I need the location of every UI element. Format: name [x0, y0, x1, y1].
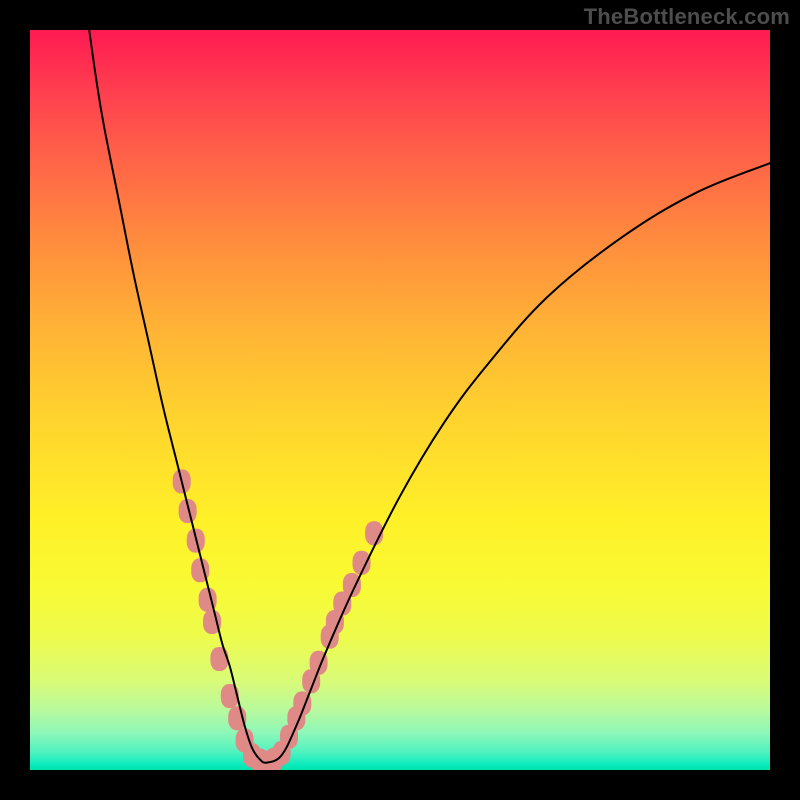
chart-frame: TheBottleneck.com	[0, 0, 800, 800]
bottleneck-curve	[89, 30, 770, 763]
marker-layer	[173, 469, 383, 770]
chart-svg	[30, 30, 770, 770]
watermark-text: TheBottleneck.com	[584, 4, 790, 30]
data-marker	[210, 647, 228, 671]
plot-area	[30, 30, 770, 770]
